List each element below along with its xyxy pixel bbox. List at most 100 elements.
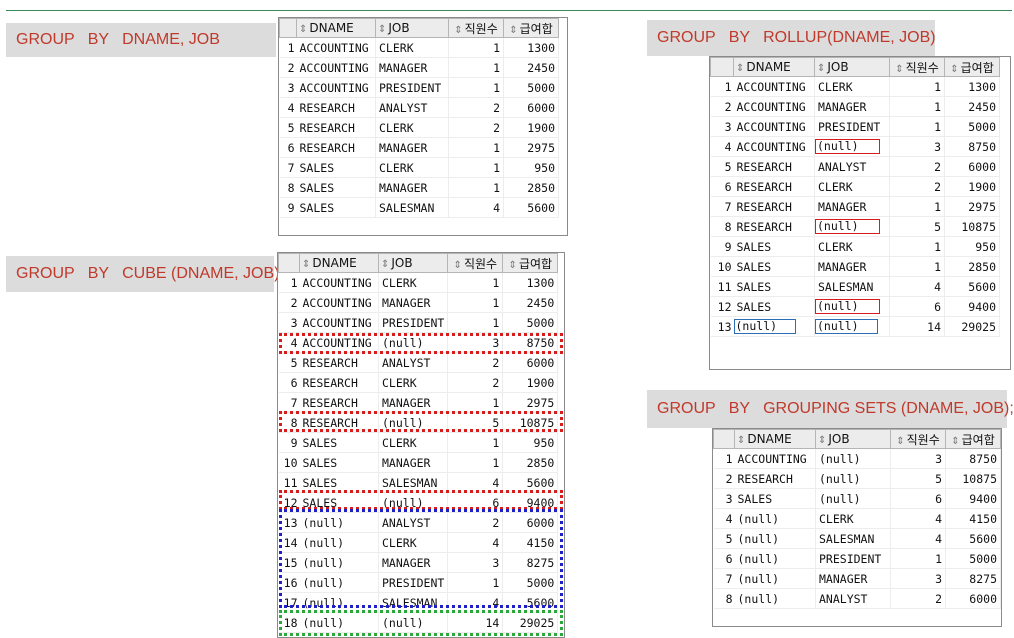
cell-count[interactable]: 6 <box>447 492 504 513</box>
table-row[interactable]: 5 RESEARCH ANALYST 2 6000 <box>278 352 559 373</box>
cell-count[interactable]: 1 <box>448 77 504 98</box>
cell-count[interactable]: 4 <box>448 197 504 218</box>
cell-salary-sum[interactable]: 9400 <box>502 492 559 513</box>
table-row[interactable]: 4 ACCOUNTING (null) 3 8750 <box>710 136 1000 157</box>
cell-dname[interactable]: RESEARCH <box>296 137 376 158</box>
cell-salary-sum[interactable]: 2450 <box>503 57 559 78</box>
cell-count[interactable]: 1 <box>448 157 504 178</box>
cell-count[interactable]: 1 <box>889 96 945 117</box>
table-row[interactable]: 1 ACCOUNTING CLERK 1 1300 <box>710 76 1000 97</box>
cell-salary-sum[interactable]: 8275 <box>945 568 1001 589</box>
cell-count[interactable]: 3 <box>890 448 946 469</box>
cell-salary-sum[interactable]: 2850 <box>503 177 559 198</box>
table-row[interactable]: 8 RESEARCH (null) 5 10875 <box>278 412 559 433</box>
cell-dname[interactable]: RESEARCH <box>733 196 815 217</box>
cell-dname[interactable]: SALES <box>299 472 379 493</box>
cell-job[interactable]: MANAGER <box>375 57 449 78</box>
sort-icon[interactable]: ⇕ <box>381 259 389 270</box>
cell-count[interactable]: 14 <box>889 316 945 337</box>
sort-icon[interactable]: ⇕ <box>302 259 310 270</box>
cell-salary-sum[interactable]: 5600 <box>945 528 1001 549</box>
cell-job[interactable]: (null) <box>815 488 891 509</box>
table-row[interactable]: 7 RESEARCH MANAGER 1 2975 <box>710 196 1000 217</box>
table-row[interactable]: 7 RESEARCH MANAGER 1 2975 <box>278 392 559 413</box>
cell-dname[interactable]: SALES <box>733 256 815 277</box>
sort-icon[interactable]: ⇕ <box>378 24 386 35</box>
cell-count[interactable]: 4 <box>447 532 504 553</box>
cell-job[interactable]: (null) <box>378 412 449 433</box>
cell-salary-sum[interactable]: 29025 <box>944 316 1000 337</box>
cell-count[interactable]: 1 <box>890 548 946 569</box>
sort-icon[interactable]: ⇕ <box>509 25 517 36</box>
cell-job[interactable]: SALESMAN <box>378 592 449 613</box>
table-row[interactable]: 11 SALES SALESMAN 4 5600 <box>278 472 559 493</box>
table-row[interactable]: 4 (null) CLERK 4 4150 <box>713 508 1001 529</box>
cell-dname[interactable]: ACCOUNTING <box>299 312 379 333</box>
cell-count[interactable]: 1 <box>447 432 504 453</box>
sort-icon[interactable]: ⇕ <box>736 63 744 74</box>
cell-dname[interactable]: SALES <box>299 492 379 513</box>
table-row[interactable]: 18 (null) (null) 14 29025 <box>278 612 559 633</box>
cell-count[interactable]: 4 <box>447 592 504 613</box>
sort-icon[interactable]: ⇕ <box>509 260 517 271</box>
cell-dname[interactable]: RESEARCH <box>733 176 815 197</box>
table-row[interactable]: 4 ACCOUNTING (null) 3 8750 <box>278 332 559 353</box>
table-row[interactable]: 9 SALES CLERK 1 950 <box>278 432 559 453</box>
cell-dname[interactable]: (null) <box>299 612 379 633</box>
cell-dname[interactable]: (null) <box>299 532 379 553</box>
cell-job[interactable]: MANAGER <box>814 256 890 277</box>
cell-count[interactable]: 1 <box>448 137 504 158</box>
table-row[interactable]: 2 ACCOUNTING MANAGER 1 2450 <box>279 57 559 78</box>
cell-salary-sum[interactable]: 5600 <box>944 276 1000 297</box>
cell-salary-sum[interactable]: 5600 <box>503 197 559 218</box>
cell-job[interactable]: (null) <box>814 216 890 237</box>
cell-count[interactable]: 1 <box>447 392 504 413</box>
cell-salary-sum[interactable]: 1300 <box>502 272 559 293</box>
cell-count[interactable]: 1 <box>889 256 945 277</box>
table-row[interactable]: 12 SALES (null) 6 9400 <box>278 492 559 513</box>
column-header[interactable]: ⇕ 직원수 <box>890 429 946 449</box>
cell-count[interactable]: 1 <box>448 37 504 58</box>
table-row[interactable]: 16 (null) PRESIDENT 1 5000 <box>278 572 559 593</box>
cell-count[interactable]: 1 <box>889 236 945 257</box>
cell-dname[interactable]: (null) <box>734 508 816 529</box>
cell-dname[interactable]: SALES <box>296 197 376 218</box>
cell-dname[interactable]: (null) <box>733 316 815 337</box>
table-row[interactable]: 15 (null) MANAGER 3 8275 <box>278 552 559 573</box>
cell-dname[interactable]: (null) <box>299 572 379 593</box>
table-row[interactable]: 13 (null) (null) 14 29025 <box>710 316 1000 337</box>
cell-count[interactable]: 2 <box>889 156 945 177</box>
table-row[interactable]: 11 SALES SALESMAN 4 5600 <box>710 276 1000 297</box>
column-header[interactable]: ⇕ 직원수 <box>448 18 504 38</box>
table-row[interactable]: 10 SALES MANAGER 1 2850 <box>710 256 1000 277</box>
sort-icon[interactable]: ⇕ <box>895 64 903 75</box>
cell-salary-sum[interactable]: 5600 <box>502 472 559 493</box>
table-row[interactable]: 8 (null) ANALYST 2 6000 <box>713 588 1001 609</box>
cell-dname[interactable]: ACCOUNTING <box>296 57 376 78</box>
table-row[interactable]: 6 RESEARCH CLERK 2 1900 <box>710 176 1000 197</box>
cell-count[interactable]: 14 <box>447 612 504 633</box>
cell-job[interactable]: MANAGER <box>378 452 449 473</box>
cell-salary-sum[interactable]: 4150 <box>502 532 559 553</box>
table-row[interactable]: 5 (null) SALESMAN 4 5600 <box>713 528 1001 549</box>
sort-icon[interactable]: ⇕ <box>299 24 307 35</box>
cell-count[interactable]: 1 <box>448 57 504 78</box>
table-row[interactable]: 3 ACCOUNTING PRESIDENT 1 5000 <box>279 77 559 98</box>
cell-job[interactable]: ANALYST <box>378 352 449 373</box>
cell-dname[interactable]: SALES <box>733 236 815 257</box>
column-header[interactable]: ⇕ JOB <box>377 253 449 273</box>
cell-count[interactable]: 1 <box>889 76 945 97</box>
cell-count[interactable]: 2 <box>889 176 945 197</box>
result-grid-rollup[interactable]: ⇕ DNAME ⇕ JOB ⇕ 직원수 ⇕ 급여합 1 ACCOUNTING CLERK 1 1300 2… <box>709 56 1011 370</box>
table-row[interactable]: 6 RESEARCH MANAGER 1 2975 <box>279 137 559 158</box>
cell-dname[interactable]: (null) <box>734 588 816 609</box>
table-row[interactable]: 1 ACCOUNTING CLERK 1 1300 <box>279 37 559 58</box>
cell-salary-sum[interactable]: 1900 <box>503 117 559 138</box>
cell-salary-sum[interactable]: 29025 <box>502 612 559 633</box>
cell-count[interactable]: 5 <box>890 468 946 489</box>
cell-dname[interactable]: RESEARCH <box>733 156 815 177</box>
table-row[interactable]: 2 ACCOUNTING MANAGER 1 2450 <box>710 96 1000 117</box>
cell-salary-sum[interactable]: 6000 <box>503 97 559 118</box>
cell-job[interactable]: ANALYST <box>378 512 449 533</box>
cell-job[interactable]: MANAGER <box>378 292 449 313</box>
